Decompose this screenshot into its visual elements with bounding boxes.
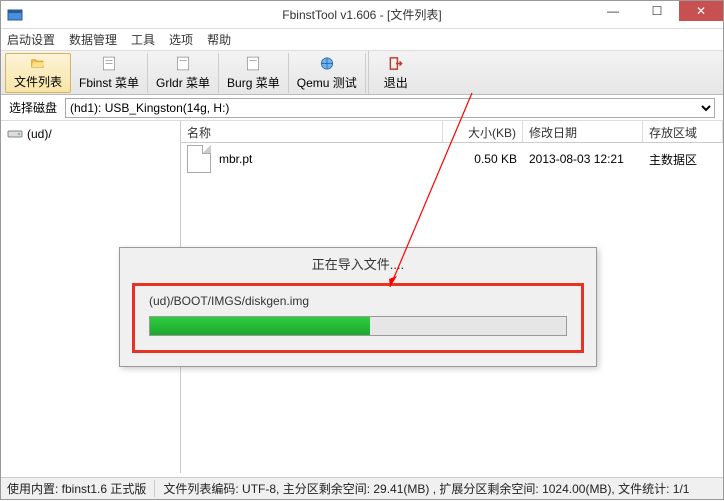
globe-icon (318, 55, 336, 72)
qemu-test-button[interactable]: Qemu 测试 (289, 53, 366, 93)
file-icon (187, 145, 211, 173)
toolbar-separator (368, 51, 374, 94)
tree-root-label: (ud)/ (27, 127, 52, 141)
qemu-label: Qemu 测试 (297, 74, 357, 91)
exit-label: 退出 (384, 74, 408, 91)
file-area: 主数据区 (643, 151, 723, 168)
fbinst-label: Fbinst 菜单 (79, 74, 139, 91)
close-button[interactable]: ✕ (679, 1, 723, 21)
window-buttons: — ☐ ✕ (591, 1, 723, 21)
app-icon (7, 7, 23, 23)
exit-icon (387, 55, 405, 72)
dialog-title: 正在导入文件.... (120, 248, 596, 281)
dialog-body: (ud)/BOOT/IMGS/diskgen.img (132, 283, 584, 353)
status-info: 文件列表编码: UTF-8, 主分区剩余空间: 29.41(MB) , 扩展分区… (163, 480, 689, 497)
minimize-button[interactable]: — (591, 1, 635, 21)
window-title: FbinstTool v1.606 - [文件列表] (282, 6, 441, 23)
note-icon (174, 55, 192, 72)
progress-bar (149, 316, 567, 336)
tree-root[interactable]: (ud)/ (5, 125, 176, 143)
statusbar: 使用内置: fbinst1.6 正式版 文件列表编码: UTF-8, 主分区剩余… (1, 477, 723, 499)
import-path: (ud)/BOOT/IMGS/diskgen.img (149, 294, 567, 308)
list-header: 名称 大小(KB) 修改日期 存放区域 (181, 121, 723, 143)
import-dialog: 正在导入文件.... (ud)/BOOT/IMGS/diskgen.img (119, 247, 597, 367)
toolbar: 文件列表 Fbinst 菜单 Grldr 菜单 Burg 菜单 Qemu 测试 … (1, 51, 723, 95)
menu-data[interactable]: 数据管理 (69, 31, 117, 48)
disk-selector-row: 选择磁盘 (hd1): USB_Kingston(14g, H:) (1, 95, 723, 121)
file-date: 2013-08-03 12:21 (523, 152, 643, 166)
file-size: 0.50 KB (443, 152, 523, 166)
burg-label: Burg 菜单 (227, 74, 280, 91)
note-icon (100, 55, 118, 72)
file-name: mbr.pt (219, 152, 252, 166)
folder-open-icon (29, 56, 47, 71)
menu-tools[interactable]: 工具 (131, 31, 155, 48)
grldr-menu-button[interactable]: Grldr 菜单 (148, 53, 219, 93)
grldr-label: Grldr 菜单 (156, 74, 210, 91)
disk-label: 选择磁盘 (9, 99, 57, 116)
drive-icon (7, 128, 23, 140)
exit-button[interactable]: 退出 (376, 53, 416, 93)
menubar: 启动设置 数据管理 工具 选项 帮助 (1, 29, 723, 51)
menu-options[interactable]: 选项 (169, 31, 193, 48)
filelist-button[interactable]: 文件列表 (5, 53, 71, 93)
table-row[interactable]: mbr.pt 0.50 KB 2013-08-03 12:21 主数据区 (181, 143, 723, 175)
burg-menu-button[interactable]: Burg 菜单 (219, 53, 289, 93)
col-date[interactable]: 修改日期 (523, 121, 643, 142)
maximize-button[interactable]: ☐ (635, 1, 679, 21)
titlebar: FbinstTool v1.606 - [文件列表] — ☐ ✕ (1, 1, 723, 29)
menu-help[interactable]: 帮助 (207, 31, 231, 48)
col-area[interactable]: 存放区域 (643, 121, 723, 142)
status-engine: 使用内置: fbinst1.6 正式版 (7, 480, 155, 497)
filelist-label: 文件列表 (14, 73, 62, 90)
menu-startup[interactable]: 启动设置 (7, 31, 55, 48)
col-name[interactable]: 名称 (181, 121, 443, 142)
progress-fill (150, 317, 370, 335)
col-size[interactable]: 大小(KB) (443, 121, 523, 142)
note-icon (244, 55, 262, 72)
fbinst-menu-button[interactable]: Fbinst 菜单 (71, 53, 148, 93)
disk-select[interactable]: (hd1): USB_Kingston(14g, H:) (65, 98, 715, 118)
